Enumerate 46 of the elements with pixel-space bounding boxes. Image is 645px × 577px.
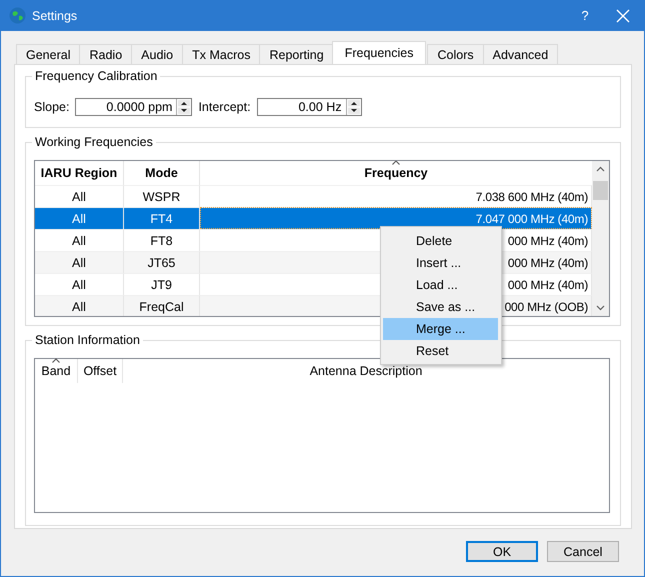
menu-item[interactable]: Merge ... <box>383 318 498 340</box>
spin-box[interactable]: 0.00 Hz <box>256 98 362 116</box>
field-label: Slope: <box>34 100 70 114</box>
dialog-button[interactable]: OK <box>466 541 538 562</box>
column-header[interactable]: IARU Region <box>40 166 118 180</box>
group-title: Working Frequencies <box>32 134 156 150</box>
close-icon[interactable] <box>616 8 630 22</box>
spin-arrows-icon[interactable] <box>176 99 192 115</box>
window-title: Settings <box>32 8 78 22</box>
dialog-button[interactable]: Cancel <box>547 541 619 562</box>
table-cell[interactable]: All <box>35 273 124 295</box>
table-cell[interactable]: All <box>35 207 124 229</box>
tab[interactable]: Reporting <box>259 44 334 64</box>
spin-box[interactable]: 0.0000 ppm <box>75 98 192 116</box>
column-header[interactable]: Antenna Description <box>310 364 422 378</box>
table-cell[interactable]: FreqCal <box>124 295 200 316</box>
table-cell[interactable]: FT4 <box>124 207 200 229</box>
column-header[interactable]: Band <box>41 364 71 378</box>
scrollbar[interactable] <box>592 161 609 316</box>
spin-arrows-icon[interactable] <box>346 99 361 115</box>
globe-icon <box>9 7 26 24</box>
column-header[interactable]: Mode <box>145 166 178 180</box>
table-cell[interactable]: All <box>35 229 124 251</box>
menu-item[interactable]: Save as ... <box>383 296 498 318</box>
menu-item[interactable]: Reset <box>383 340 498 362</box>
sort-indicator-icon <box>392 161 400 165</box>
sort-indicator-icon <box>52 358 60 363</box>
group-title: Frequency Calibration <box>32 68 160 84</box>
menu-item[interactable]: Insert ... <box>383 252 498 274</box>
scroll-thumb[interactable] <box>593 181 608 200</box>
table-cell[interactable]: FT8 <box>124 229 200 251</box>
tab[interactable]: Advanced <box>482 44 558 64</box>
tab[interactable]: Colors <box>427 44 484 64</box>
table-cell[interactable]: All <box>35 251 124 273</box>
tab[interactable]: General <box>16 44 80 64</box>
table-cell[interactable]: JT9 <box>124 273 200 295</box>
field-label: Intercept: <box>198 100 251 114</box>
table-cell[interactable]: JT65 <box>124 251 200 273</box>
table-cell[interactable]: 7.047 000 MHz (40m) <box>200 207 592 229</box>
column-header[interactable]: Offset <box>83 364 117 378</box>
help-button[interactable]: ? <box>576 8 594 23</box>
menu-item[interactable]: Load ... <box>383 274 498 296</box>
menu-item[interactable]: Delete <box>383 230 498 252</box>
table-cell[interactable]: All <box>35 295 124 316</box>
column-header[interactable]: Frequency <box>364 166 428 180</box>
tab[interactable]: Frequencies <box>332 41 426 64</box>
